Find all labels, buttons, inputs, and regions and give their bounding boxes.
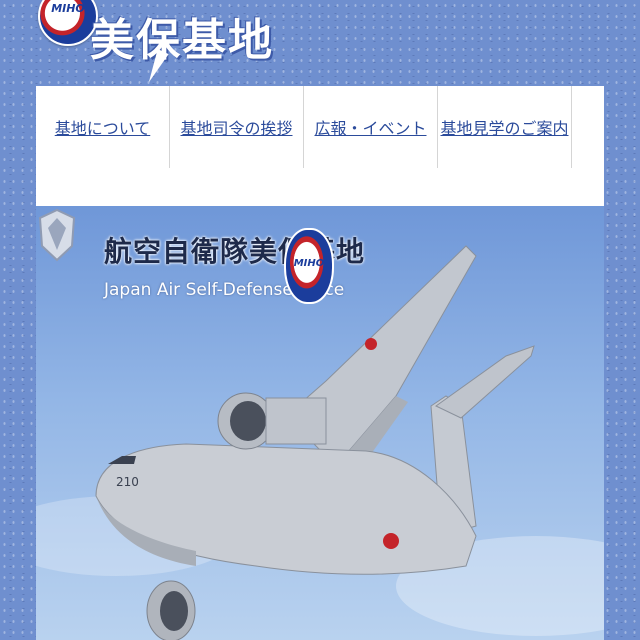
miho-logo-icon[interactable]: MIHO <box>38 0 98 46</box>
site-header: MIHO 美保基地 <box>0 0 640 85</box>
content-strip <box>36 168 604 206</box>
nav-item-events[interactable]: 広報・イベント <box>304 86 438 168</box>
nav-link-tour[interactable]: 基地見学のご案内 <box>440 115 568 139</box>
nav-link-about[interactable]: 基地について <box>55 115 151 139</box>
site-title[interactable]: 美保基地 <box>90 4 274 68</box>
nav-link-events[interactable]: 広報・イベント <box>314 115 426 139</box>
main-nav: 基地について 基地司令の挨拶 広報・イベント 基地見学のご案内 <box>36 86 604 168</box>
jasdf-emblem-icon <box>38 208 76 262</box>
hero-logo-text: MIHO <box>293 258 325 269</box>
miho-logo-icon: MIHO <box>284 228 334 304</box>
nav-item-tour[interactable]: 基地見学のご案内 <box>438 86 572 168</box>
nav-item-about[interactable]: 基地について <box>36 86 170 168</box>
nav-item-greeting[interactable]: 基地司令の挨拶 <box>170 86 304 168</box>
aircraft-number: 210 <box>116 475 139 489</box>
logo-text: MIHO <box>51 2 85 15</box>
nav-link-greeting[interactable]: 基地司令の挨拶 <box>180 115 292 139</box>
hero-banner: 210 航空自衛隊美保基地 Japan Air Self-Defense For… <box>36 206 604 640</box>
